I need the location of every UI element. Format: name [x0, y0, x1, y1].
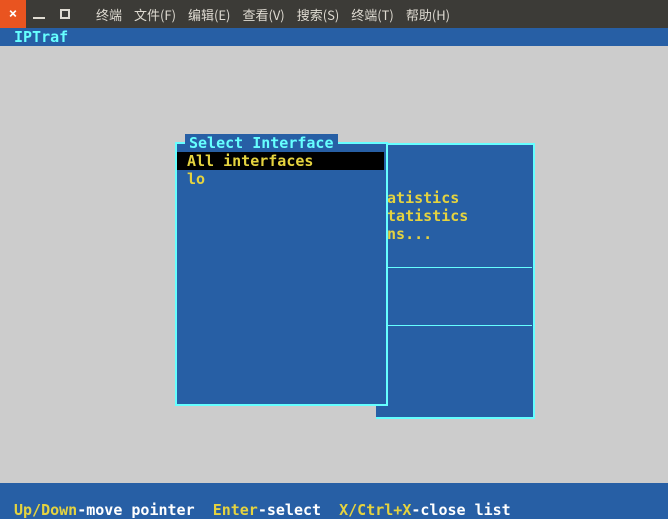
menu-search[interactable]: 搜索(S): [297, 5, 340, 24]
key-enter: Enter: [213, 501, 258, 519]
terminal-app: IPTraf tatistics statistics wns... Selec…: [0, 28, 668, 519]
menu-edit[interactable]: 编辑(E): [188, 5, 230, 24]
menu-help[interactable]: 帮助(H): [406, 5, 450, 24]
help-select: -select: [258, 501, 321, 519]
interface-list[interactable]: All interfaces lo: [177, 152, 386, 188]
help-close: -close list: [411, 501, 510, 519]
app-title: IPTraf: [0, 28, 668, 46]
key-updown: Up/Down: [14, 501, 77, 519]
footer-blank: [0, 483, 668, 501]
menu-terminal[interactable]: 终端(T): [351, 5, 394, 24]
maximize-icon[interactable]: [52, 0, 78, 28]
background-menu-panel: tatistics statistics wns...: [376, 143, 535, 419]
window-titlebar: × 终端 文件(F) 编辑(E) 查看(V) 搜索(S) 终端(T) 帮助(H): [0, 0, 668, 28]
select-interface-title: Select Interface: [185, 134, 338, 152]
panel-divider: [377, 325, 532, 327]
menu-terminal-label[interactable]: 终端: [96, 5, 122, 24]
bg-line-1: tatistics: [376, 189, 533, 207]
help-move: -move pointer: [77, 501, 194, 519]
footer-help: Up/Down-move pointer Enter-select X/Ctrl…: [0, 501, 668, 519]
window-controls: ×: [0, 0, 78, 28]
menu-view[interactable]: 查看(V): [242, 5, 284, 24]
list-item[interactable]: lo: [177, 170, 386, 188]
menu-file[interactable]: 文件(F): [134, 5, 176, 24]
bg-line-2: statistics: [376, 207, 533, 225]
close-icon[interactable]: ×: [0, 0, 26, 28]
minimize-icon[interactable]: [26, 0, 52, 28]
bg-line-3: wns...: [376, 225, 533, 243]
key-x: X/Ctrl+X: [339, 501, 411, 519]
select-interface-box: Select Interface All interfaces lo: [175, 142, 388, 406]
list-item[interactable]: All interfaces: [177, 152, 384, 170]
panel-divider: [377, 267, 532, 269]
menu-bar: 终端 文件(F) 编辑(E) 查看(V) 搜索(S) 终端(T) 帮助(H): [96, 5, 450, 24]
